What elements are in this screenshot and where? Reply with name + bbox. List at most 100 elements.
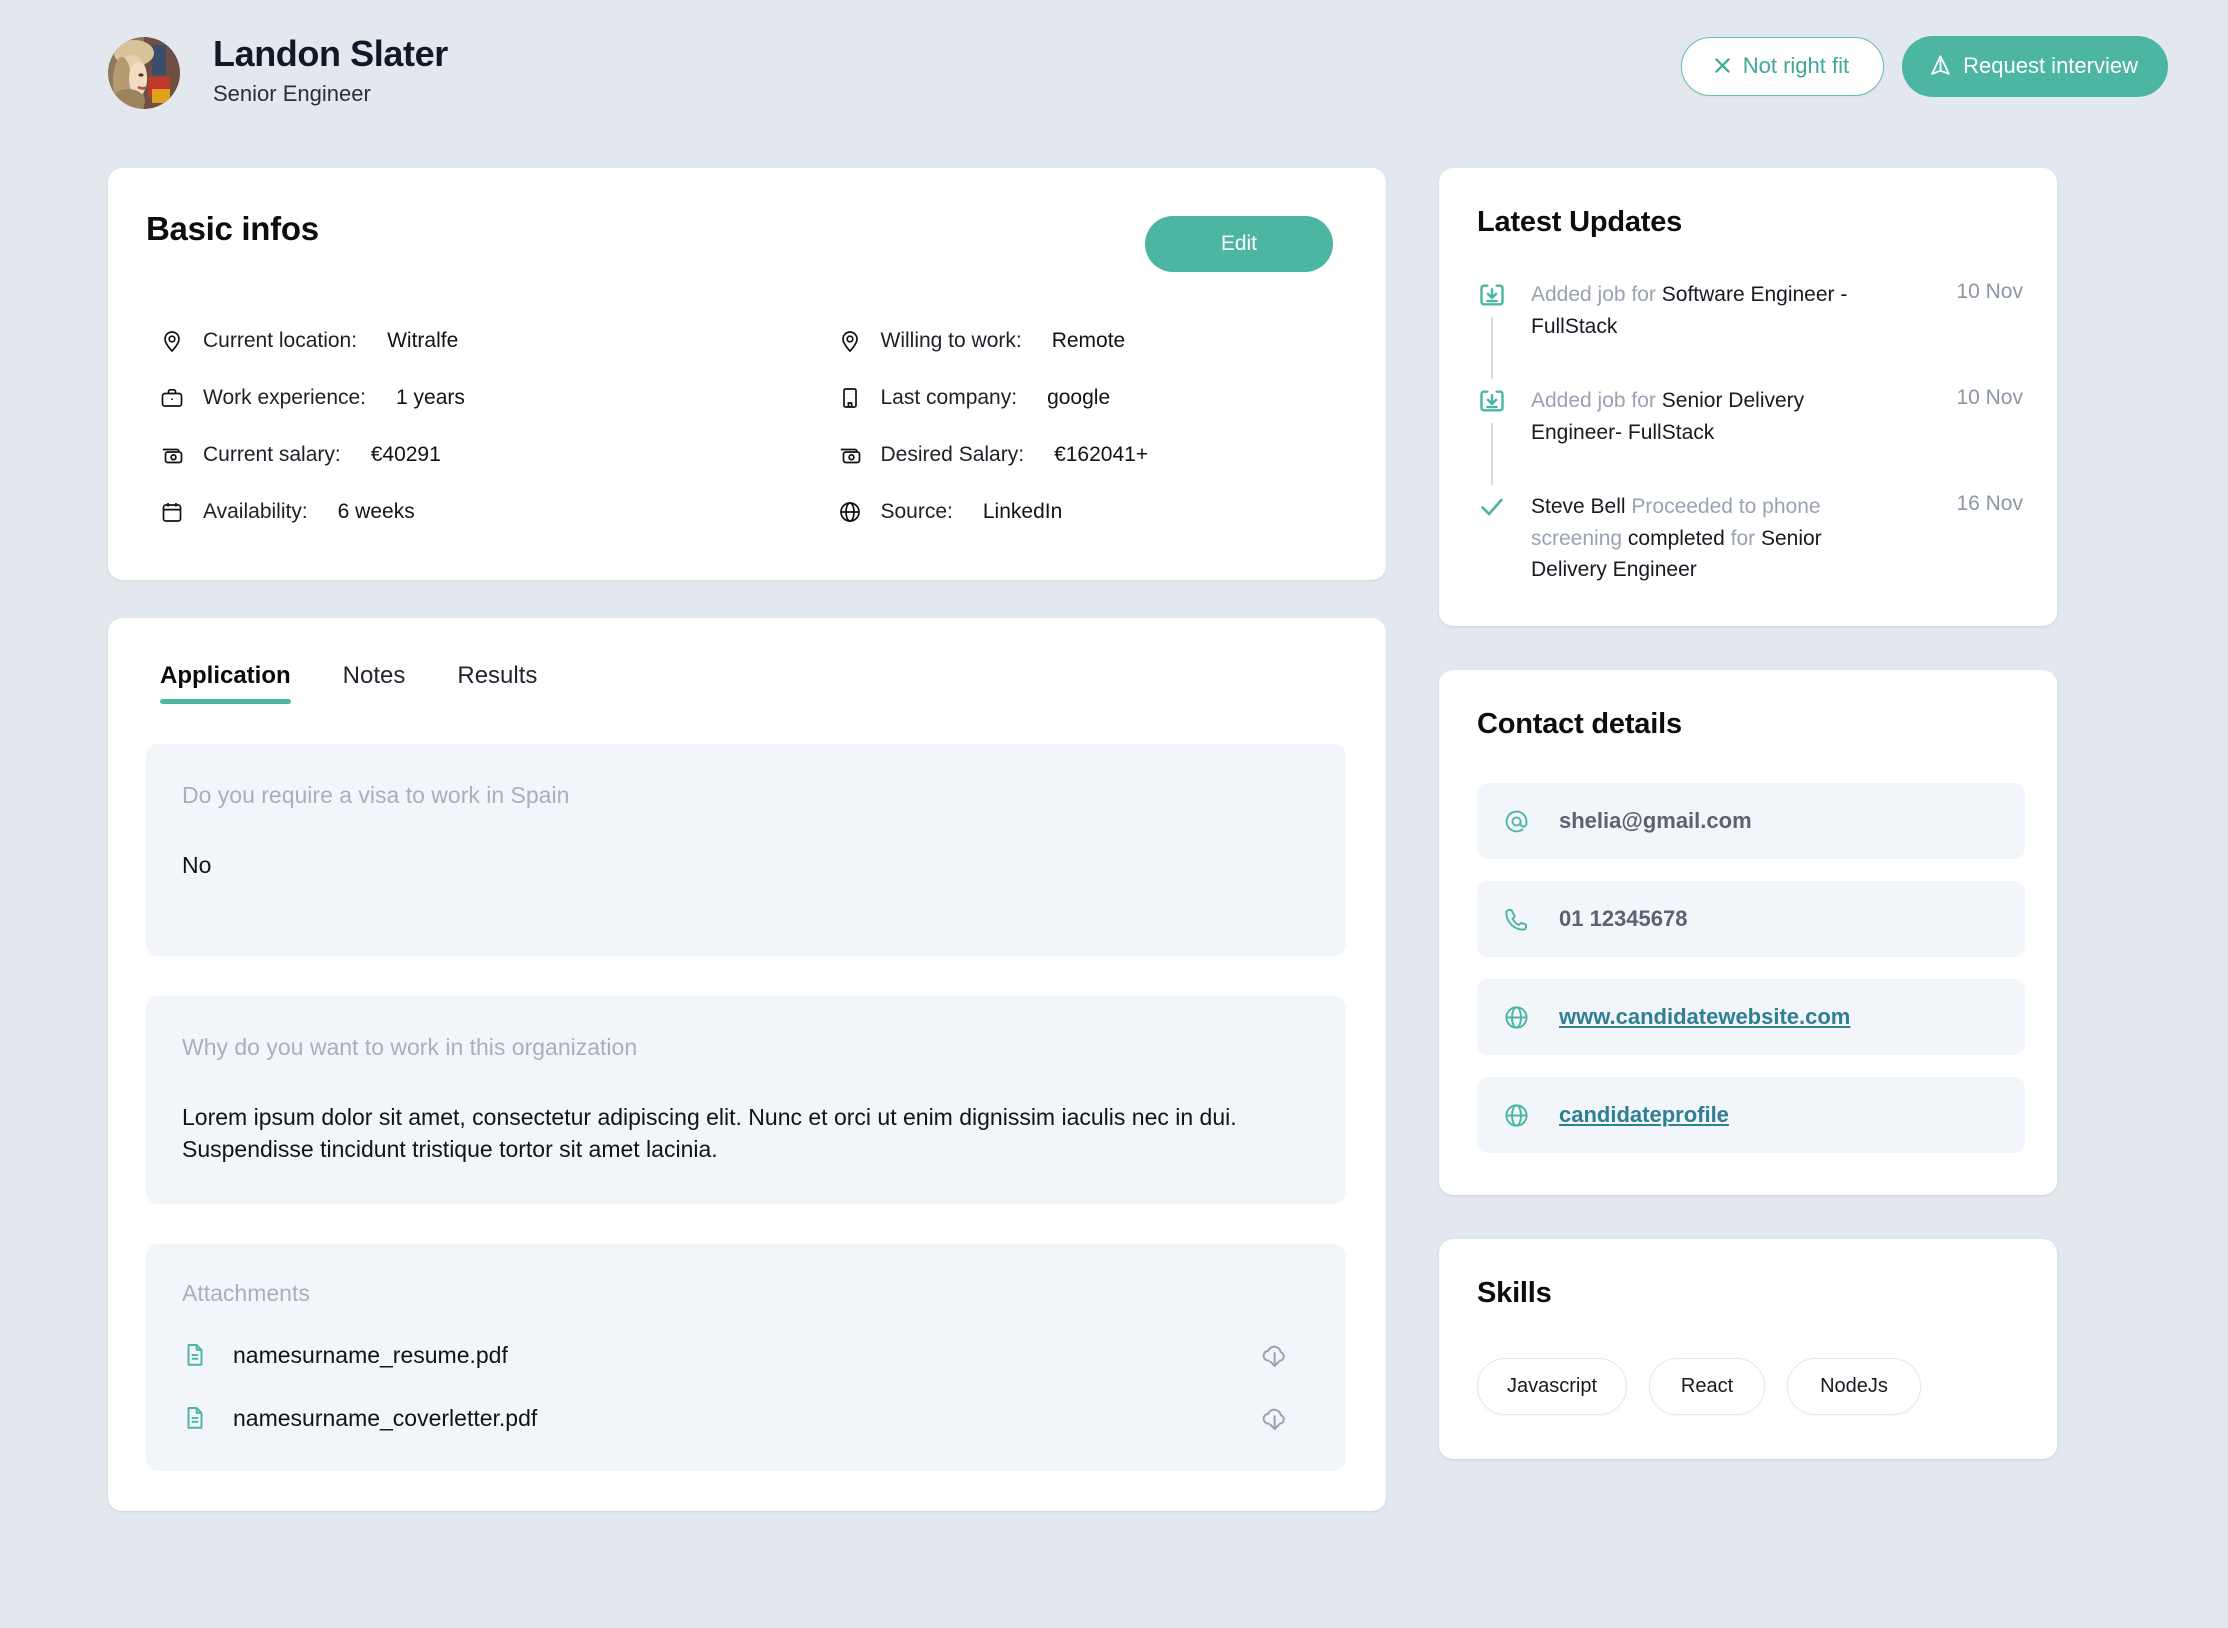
skill-chip[interactable]: Javascript <box>1477 1358 1627 1416</box>
contact-row-profile[interactable]: candidateprofile <box>1477 1077 2025 1154</box>
update-item: Added job for Senior Delivery Engineer- … <box>1477 385 2023 491</box>
request-interview-label: Request interview <box>1963 52 2138 78</box>
skills-list: Javascript React NodeJs <box>1477 1358 2025 1416</box>
basic-infos-header: Basic infos Edit <box>146 210 1346 272</box>
attachments-title: Attachments <box>182 1280 310 1307</box>
globe-icon <box>837 499 863 525</box>
contact-list: shelia@gmail.com 01 12345678 www.candida… <box>1477 783 2025 1154</box>
not-right-fit-button[interactable]: Not right fit <box>1680 36 1885 96</box>
basic-infos-right-column: Willing to work: Remote Last company: go… <box>753 312 1347 540</box>
info-value: €162041+ <box>1054 442 1149 466</box>
updates-timeline: Added job for Software Engineer - FullSt… <box>1477 279 2023 586</box>
info-label: Source: <box>880 499 953 523</box>
info-row-source: Source: LinkedIn <box>837 483 1347 540</box>
info-row-current-location: Current location: Witralfe <box>159 312 753 369</box>
contact-row-website[interactable]: www.candidatewebsite.com <box>1477 979 2025 1056</box>
not-right-fit-label: Not right fit <box>1742 52 1850 78</box>
basic-infos-title: Basic infos <box>146 210 319 247</box>
question-block-motivation: Why do you want to work in this organiza… <box>146 995 1346 1205</box>
request-interview-button[interactable]: Request interview <box>1902 35 2168 97</box>
info-value: google <box>1047 385 1111 409</box>
right-column: Latest Updates Added job for Software En… <box>1439 168 2057 1628</box>
info-value: 6 weeks <box>337 499 415 523</box>
attachment-name: namesurname_coverletter.pdf <box>233 1404 538 1431</box>
answer-text: No <box>182 852 212 879</box>
question-block-visa: Do you require a visa to work in Spain N… <box>146 744 1346 956</box>
info-row-last-company: Last company: google <box>837 369 1347 426</box>
contact-row-email[interactable]: shelia@gmail.com <box>1477 783 2025 860</box>
header-actions: Not right fit Request interview <box>1680 35 2168 97</box>
update-mid-2: for <box>1724 526 1761 550</box>
tab-bar: Application Notes Results <box>146 662 1346 704</box>
info-row-work-experience: Work experience: 1 years <box>159 369 753 426</box>
info-label: Last company: <box>880 385 1018 409</box>
contact-value: 01 12345678 <box>1559 906 1688 932</box>
info-label: Current salary: <box>203 442 341 466</box>
cloud-download-icon[interactable] <box>1260 1340 1290 1370</box>
attachment-name: namesurname_resume.pdf <box>233 1341 508 1368</box>
skill-chip[interactable]: React <box>1649 1358 1765 1416</box>
page-header: Landon Slater Senior Engineer Not right … <box>0 0 2228 140</box>
update-date: 16 Nov <box>1956 491 2023 515</box>
edit-button[interactable]: Edit <box>1144 216 1333 272</box>
timeline-connector <box>1491 317 1493 379</box>
update-date: 10 Nov <box>1956 385 2023 409</box>
info-value: Witralfe <box>387 328 459 352</box>
close-x-icon <box>1712 55 1733 76</box>
tab-results[interactable]: Results <box>457 662 537 704</box>
tab-notes[interactable]: Notes <box>343 662 406 704</box>
money-icon <box>159 442 185 468</box>
question-text: Why do you want to work in this organiza… <box>182 1033 638 1060</box>
info-row-desired-salary: Desired Salary: €162041+ <box>837 426 1347 483</box>
money-icon <box>837 442 863 468</box>
attachments-block: Attachments namesurname_resume.pdf names… <box>146 1244 1346 1472</box>
contact-row-phone[interactable]: 01 12345678 <box>1477 881 2025 958</box>
location-pin-icon <box>837 328 863 354</box>
globe-icon <box>1501 1004 1531 1031</box>
info-label: Current location: <box>203 328 358 352</box>
contact-link[interactable]: www.candidatewebsite.com <box>1559 1004 1850 1030</box>
update-text: Added job for Software Engineer - FullSt… <box>1531 279 1849 343</box>
basic-infos-grid: Current location: Witralfe Work experien… <box>146 312 1346 540</box>
left-column: Basic infos Edit Current location: Witra… <box>108 168 1386 1628</box>
update-prefix: Added job for <box>1531 283 1662 306</box>
info-label: Willing to work: <box>880 328 1022 352</box>
contact-value: shelia@gmail.com <box>1559 808 1752 834</box>
update-text: Added job for Senior Delivery Engineer- … <box>1531 385 1849 449</box>
info-value: Remote <box>1051 328 1126 352</box>
page-title: Landon Slater <box>213 32 448 74</box>
answer-text: Lorem ipsum dolor sit amet, consectetur … <box>182 1103 1237 1163</box>
contact-link[interactable]: candidateprofile <box>1559 1102 1729 1128</box>
contact-details-card: Contact details shelia@gmail.com 01 1234… <box>1439 670 2057 1196</box>
info-label: Availability: <box>203 499 308 523</box>
header-text: Landon Slater Senior Engineer <box>213 33 448 108</box>
info-value: 1 years <box>396 385 465 409</box>
basic-infos-card: Basic infos Edit Current location: Witra… <box>108 168 1386 580</box>
timeline-connector <box>1491 422 1493 485</box>
attachment-row[interactable]: namesurname_resume.pdf <box>182 1340 1310 1370</box>
update-item: Steve Bell Proceeded to phone screening … <box>1477 491 2023 587</box>
attachment-row[interactable]: namesurname_coverletter.pdf <box>182 1403 1310 1433</box>
main-layout: Basic infos Edit Current location: Witra… <box>108 168 2120 1628</box>
update-strong: Steve Bell <box>1531 494 1626 518</box>
location-pin-icon <box>159 328 185 354</box>
avatar <box>108 37 180 109</box>
info-row-current-salary: Current salary: €40291 <box>159 426 753 483</box>
contact-details-title: Contact details <box>1477 708 1682 741</box>
update-strong-2: completed <box>1627 526 1725 550</box>
tab-application[interactable]: Application <box>160 662 291 704</box>
info-row-availability: Availability: 6 weeks <box>159 483 753 540</box>
cloud-download-icon[interactable] <box>1260 1403 1290 1433</box>
latest-updates-card: Latest Updates Added job for Software En… <box>1439 168 2057 627</box>
skills-title: Skills <box>1477 1277 1552 1310</box>
skill-chip[interactable]: NodeJs <box>1787 1358 1921 1416</box>
info-value: LinkedIn <box>982 499 1063 523</box>
calendar-icon <box>159 499 185 525</box>
info-row-willing-to-work: Willing to work: Remote <box>837 312 1347 369</box>
candidate-role: Senior Engineer <box>213 81 371 106</box>
briefcase-icon <box>159 385 185 411</box>
info-label: Work experience: <box>203 385 367 409</box>
file-document-icon <box>182 1342 208 1368</box>
application-card: Application Notes Results Do you require… <box>108 618 1386 1512</box>
question-text: Do you require a visa to work in Spain <box>182 782 570 808</box>
